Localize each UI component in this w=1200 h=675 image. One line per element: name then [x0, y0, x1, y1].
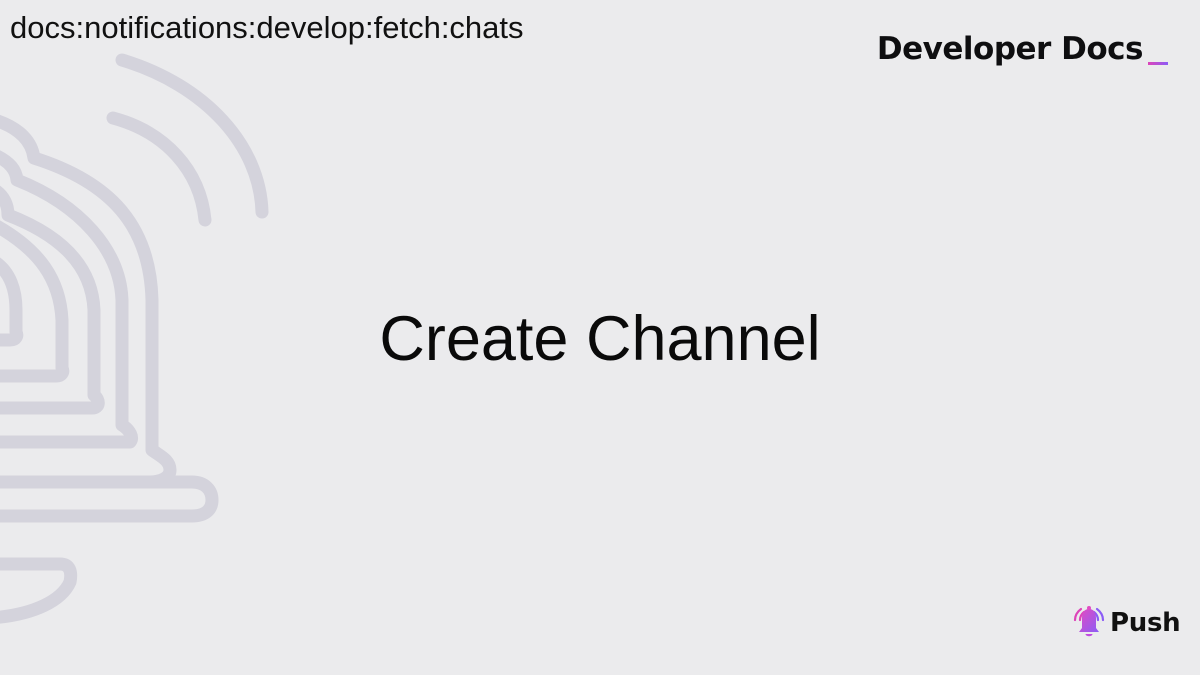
push-logo[interactable]: Push	[1071, 603, 1181, 643]
developer-docs-brand[interactable]: Developer Docs	[877, 30, 1168, 68]
bell-icon	[1073, 606, 1105, 637]
push-logo-label: Push	[1110, 608, 1181, 638]
page-title: Create Channel	[379, 304, 821, 374]
breadcrumb: docs:notifications:develop:fetch:chats	[10, 10, 524, 45]
brand-label: Developer Docs	[876, 31, 1144, 67]
cursor-underscore-icon	[1148, 62, 1168, 65]
